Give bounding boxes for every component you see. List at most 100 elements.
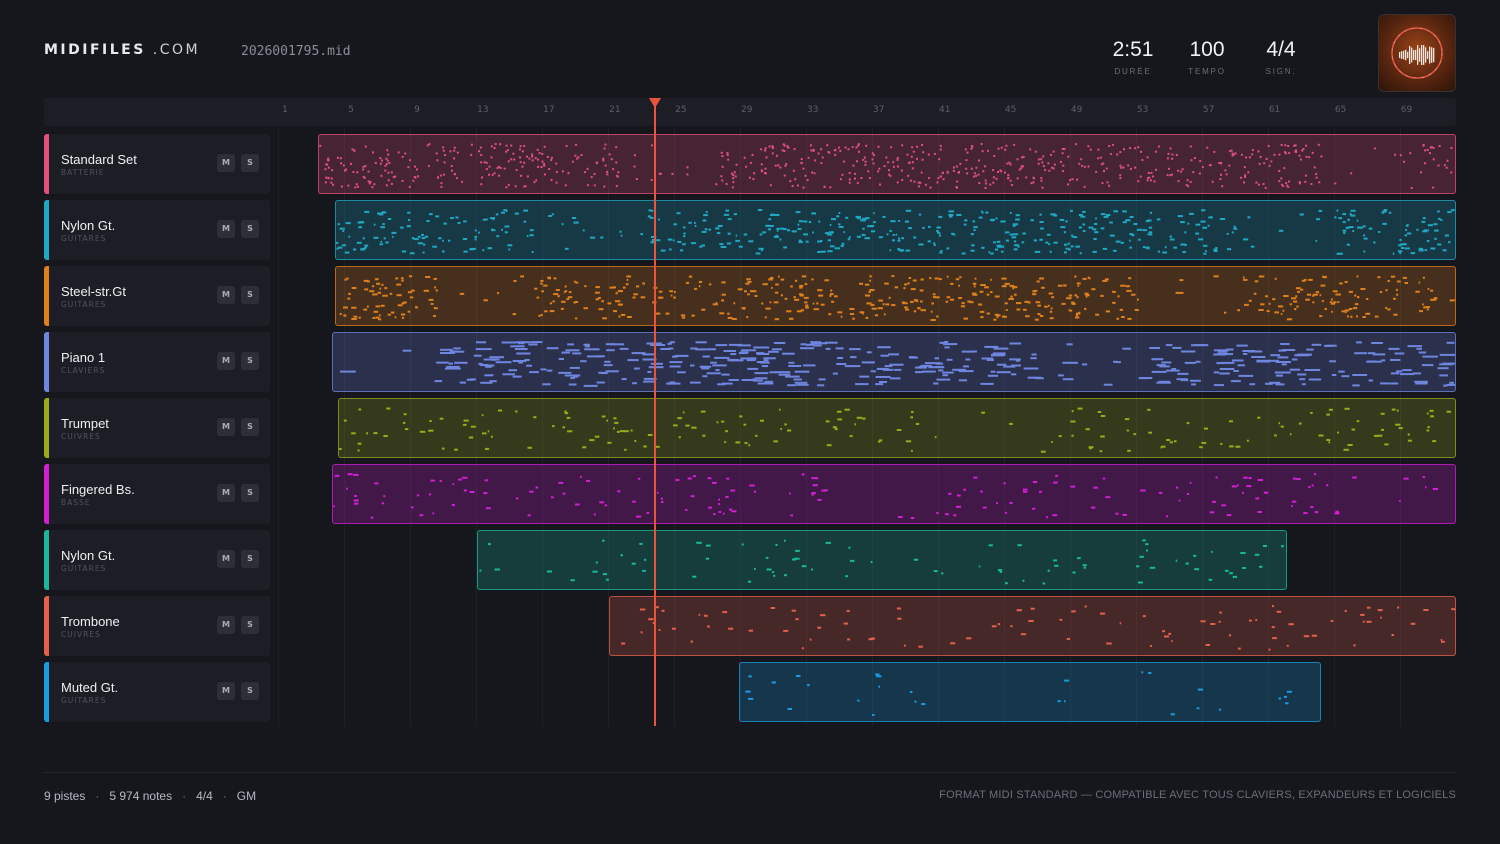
- track-color-stripe: [44, 398, 49, 458]
- track-category: CUIVRES: [61, 630, 101, 639]
- track-lane[interactable]: [476, 530, 1287, 590]
- track-lane[interactable]: [334, 200, 1456, 260]
- note-pattern: [745, 671, 1292, 716]
- playhead[interactable]: [654, 98, 656, 726]
- track-name: Fingered Bs.: [61, 482, 135, 497]
- ruler-bar-49: 49: [1070, 105, 1083, 115]
- tempo-label: TEMPO: [1188, 67, 1226, 76]
- solo-button[interactable]: S: [241, 550, 259, 568]
- ruler-bar-25: 25: [675, 105, 687, 115]
- app-header: MIDIFILES .COM 2026001795.mid 2:51 DURÉE…: [44, 14, 1456, 94]
- track-name: Trombone: [61, 614, 120, 629]
- note-pattern: [620, 605, 1455, 651]
- solo-button[interactable]: S: [241, 352, 259, 370]
- track-name: Muted Gt.: [61, 680, 119, 695]
- track-category: GUITARES: [61, 564, 107, 573]
- timeline-ruler[interactable]: 1 5 9 13 17 21 25 29 33 37 41 45 49 53 57 61 65 69: [44, 98, 1456, 126]
- ruler-bar-33: 33: [807, 105, 819, 115]
- track-count: 9 pistes: [44, 789, 86, 803]
- mute-button[interactable]: M: [217, 484, 235, 502]
- track-lane[interactable]: [334, 266, 1456, 326]
- solo-button[interactable]: S: [241, 484, 259, 502]
- footer-summary: 9 pistes · 5 974 notes · 4/4 · GM: [44, 789, 257, 803]
- ruler-bar-5: 5: [348, 105, 354, 115]
- ruler-bar-69: 69: [1400, 105, 1413, 115]
- ruler-bar-17: 17: [543, 105, 555, 115]
- track-name: Nylon Gt.: [61, 218, 116, 233]
- playhead-handle[interactable]: [649, 98, 661, 108]
- track-category: BATTERIE: [61, 168, 105, 177]
- solo-button[interactable]: S: [241, 286, 259, 304]
- signature-value: 4/4: [1266, 38, 1296, 61]
- mute-button[interactable]: M: [217, 418, 235, 436]
- time-signature: 4/4: [196, 789, 213, 803]
- track-header[interactable]: Nylon Gt. GUITARES M S: [44, 200, 270, 260]
- solo-button[interactable]: S: [241, 418, 259, 436]
- track-header[interactable]: Standard Set BATTERIE M S: [44, 134, 270, 194]
- ruler-bar-9: 9: [414, 105, 420, 115]
- track-name: Steel-str.Gt: [61, 284, 127, 299]
- ruler-bar-57: 57: [1202, 105, 1215, 115]
- file-name: 2026001795.mid: [241, 44, 351, 59]
- mute-button[interactable]: M: [217, 682, 235, 700]
- track-category: GUITARES: [61, 696, 107, 705]
- footer-divider: [44, 772, 1456, 773]
- duration-value: 2:51: [1112, 38, 1154, 61]
- track-color-stripe: [44, 530, 49, 590]
- signature-label: SIGN.: [1265, 67, 1297, 76]
- track-header[interactable]: Trumpet CUIVRES M S: [44, 398, 270, 458]
- mute-button[interactable]: M: [217, 352, 235, 370]
- track-color-stripe: [44, 332, 49, 392]
- track-header[interactable]: Muted Gt. GUITARES M S: [44, 662, 270, 722]
- note-pattern: [479, 539, 1284, 585]
- ruler-bar-65: 65: [1334, 105, 1347, 115]
- ruler-bar-41: 41: [938, 105, 951, 115]
- note-count: 5 974 notes: [109, 789, 173, 803]
- mute-button[interactable]: M: [217, 616, 235, 634]
- note-pattern: [339, 407, 1452, 453]
- album-cover[interactable]: [1378, 14, 1456, 92]
- brand-logo[interactable]: MIDIFILES .COM: [44, 42, 200, 58]
- mute-button[interactable]: M: [217, 154, 235, 172]
- note-pattern: [319, 143, 1453, 189]
- note-pattern: [339, 341, 1455, 387]
- track-header[interactable]: Trombone CUIVRES M S: [44, 596, 270, 656]
- ruler-bar-45: 45: [1004, 105, 1017, 115]
- midi-standard: GM: [236, 789, 257, 803]
- track-category: CUIVRES: [61, 432, 101, 441]
- solo-button[interactable]: S: [241, 154, 259, 172]
- track-color-stripe: [44, 596, 49, 656]
- duration-stat: 2:51 DURÉE: [1096, 38, 1170, 76]
- track-lane[interactable]: [739, 662, 1322, 722]
- track-header[interactable]: Nylon Gt. GUITARES M S: [44, 530, 270, 590]
- track-lane[interactable]: [331, 464, 1456, 524]
- ruler-bar-29: 29: [741, 105, 753, 115]
- track-lane[interactable]: [331, 332, 1456, 392]
- file-stats: 2:51 DURÉE 100 TEMPO 4/4 SIGN.: [1096, 38, 1318, 76]
- track-lane[interactable]: [338, 398, 1456, 458]
- track-name: Piano 1: [61, 350, 106, 365]
- track-lane[interactable]: [608, 596, 1456, 656]
- mute-button[interactable]: M: [217, 220, 235, 238]
- solo-button[interactable]: S: [241, 682, 259, 700]
- track-lane[interactable]: [318, 134, 1456, 194]
- track-header[interactable]: Steel-str.Gt GUITARES M S: [44, 266, 270, 326]
- ruler-bar-53: 53: [1136, 105, 1149, 115]
- note-pattern: [339, 275, 1455, 321]
- mute-button[interactable]: M: [217, 550, 235, 568]
- track-color-stripe: [44, 662, 49, 722]
- solo-button[interactable]: S: [241, 220, 259, 238]
- ruler-bar-61: 61: [1268, 105, 1281, 115]
- ruler-bar-1: 1: [282, 105, 288, 115]
- solo-button[interactable]: S: [241, 616, 259, 634]
- track-name: Standard Set: [61, 152, 137, 167]
- track-color-stripe: [44, 464, 49, 524]
- track-category: CLAVIERS: [61, 366, 106, 375]
- ruler-bar-21: 21: [609, 105, 621, 115]
- track-header[interactable]: Fingered Bs. BASSE M S: [44, 464, 270, 524]
- tempo-stat: 100 TEMPO: [1170, 38, 1244, 76]
- track-header[interactable]: Piano 1 CLAVIERS M S: [44, 332, 270, 392]
- mute-button[interactable]: M: [217, 286, 235, 304]
- track-category: BASSE: [61, 498, 91, 507]
- track-color-stripe: [44, 134, 49, 194]
